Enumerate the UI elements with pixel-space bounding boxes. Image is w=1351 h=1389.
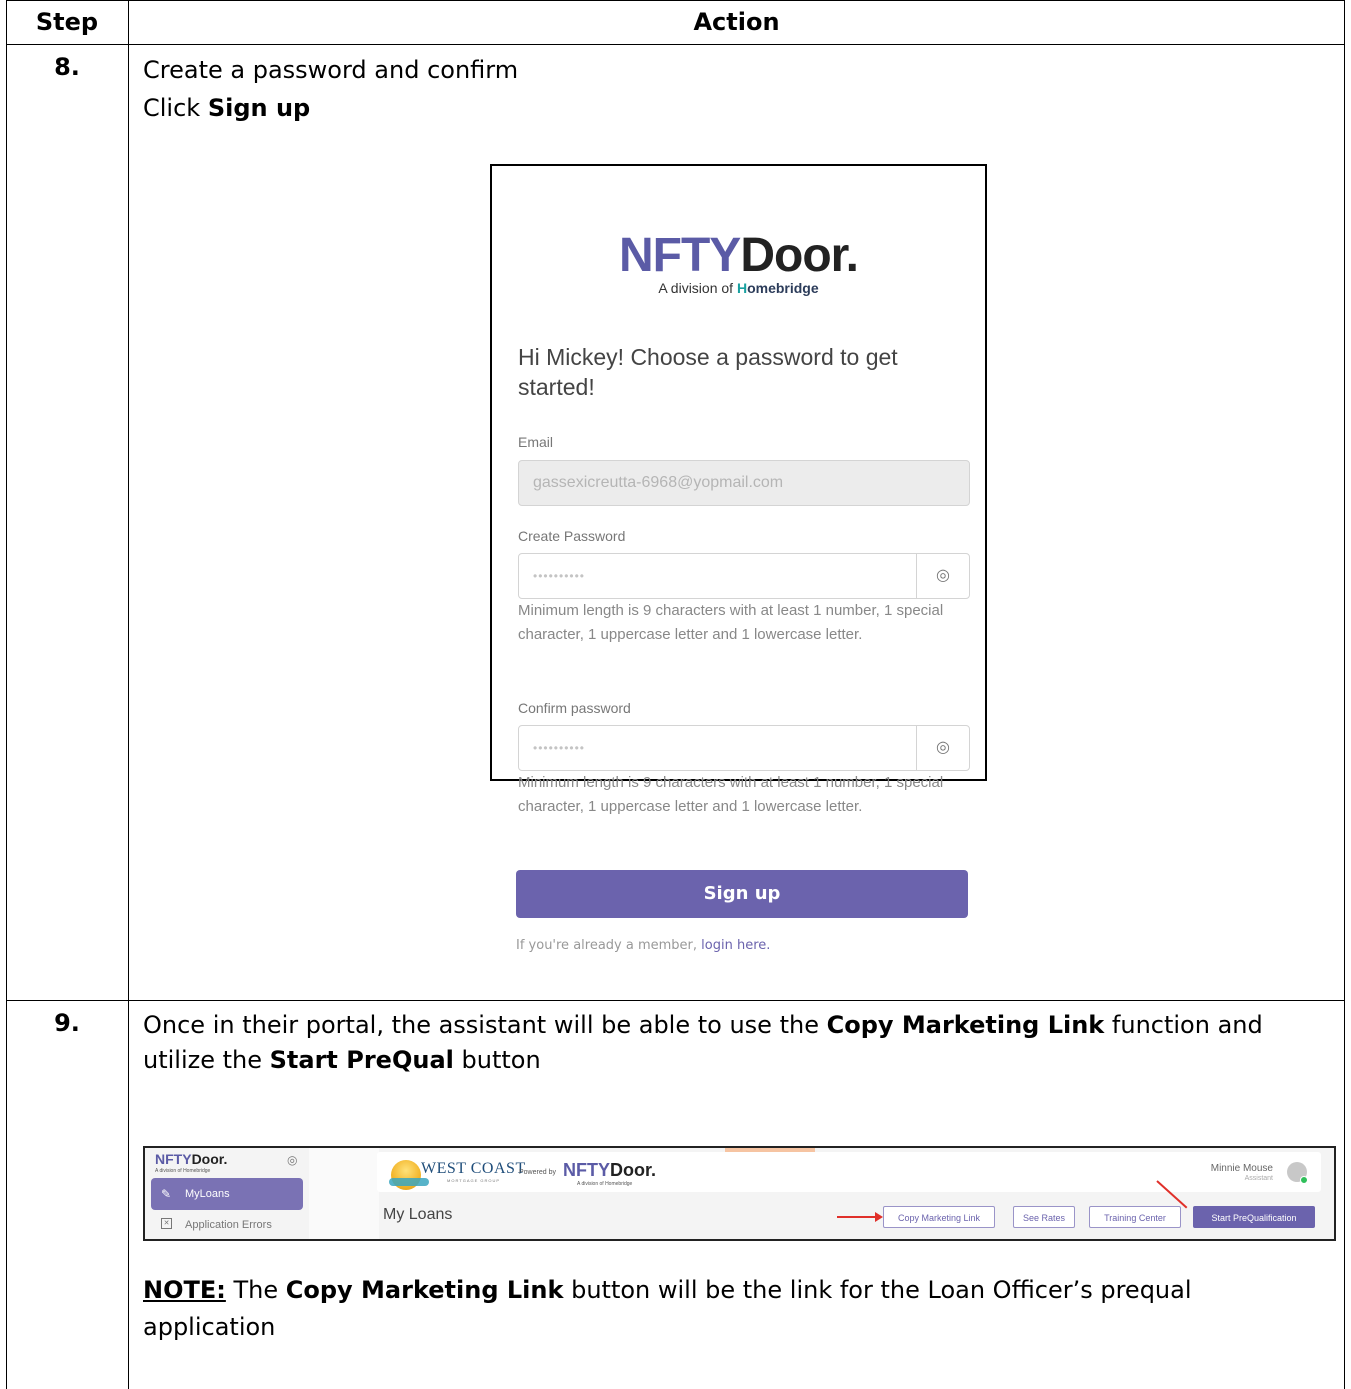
step9-line1: Once in their portal, the assistant will…: [143, 1007, 1263, 1043]
logo-sub-h: H: [736, 280, 748, 296]
user-name: Minnie Mouse: [1210, 1163, 1273, 1174]
step8-line1: Create a password and confirm: [143, 56, 519, 84]
greeting-heading: Hi Mickey! Choose a password to get star…: [518, 344, 898, 400]
settings-icon[interactable]: ◎: [287, 1153, 297, 1167]
pw-logo-door: Door.: [610, 1160, 657, 1180]
sidebar-item-label: Application Errors: [185, 1219, 272, 1231]
sidebar-item-label: MyLoans: [185, 1188, 230, 1200]
start-prequalification-button[interactable]: Start PreQualification: [1193, 1206, 1315, 1228]
signup-button[interactable]: Sign up: [516, 870, 968, 918]
portal-logo: NFTYDoor.: [155, 1151, 227, 1167]
copy-marketing-link-button[interactable]: Copy Marketing Link: [883, 1206, 995, 1228]
step-number-9: 9.: [54, 1009, 80, 1037]
portal-header: WEST COAST MORTGAGE GROUP Powered by NFT…: [377, 1152, 1321, 1192]
logo-door: Door.: [740, 229, 859, 282]
note-label: NOTE:: [143, 1276, 226, 1304]
note-suffix: button will be the link for the Loan Off…: [563, 1276, 1192, 1304]
sidebar-item-myloans[interactable]: ✎ MyLoans: [151, 1178, 303, 1210]
user-role: Assistant: [1244, 1175, 1273, 1182]
logo-sub-rest: omebridge: [747, 280, 819, 296]
create-password-value: ••••••••••: [533, 569, 586, 583]
step9-line2-prefix: utilize the: [143, 1046, 270, 1074]
portal-screenshot: NFTYDoor. A division of Homebridge ◎ ✎ M…: [143, 1146, 1336, 1241]
step-number-8: 8.: [54, 53, 80, 81]
page-title: My Loans: [383, 1206, 453, 1223]
portal-logo-door: Door.: [191, 1151, 228, 1167]
arrow-head-icon: [875, 1212, 883, 1222]
eye-icon[interactable]: ◎: [916, 554, 969, 598]
step9-line2-bold: Start PreQual: [269, 1046, 454, 1074]
confirm-password-value: ••••••••••: [533, 741, 586, 755]
edit-icon: ✎: [161, 1187, 172, 1201]
eye-icon[interactable]: ◎: [916, 726, 969, 770]
sidebar-item-application-errors[interactable]: ✕ Application Errors: [151, 1214, 303, 1238]
member-text: If you're already a member, login here.: [516, 938, 770, 953]
sidebar-separator: [309, 1148, 379, 1239]
login-link[interactable]: login here.: [701, 938, 770, 953]
logo-nfty: NFTY: [619, 229, 741, 282]
step9-line1-bold: Copy Marketing Link: [826, 1011, 1105, 1039]
create-password-field[interactable]: •••••••••• ◎: [518, 553, 970, 599]
header-action: Action: [693, 8, 780, 36]
email-label: Email: [518, 434, 554, 450]
row-divider: [6, 1000, 1345, 1001]
create-password-label: Create Password: [518, 528, 626, 544]
step8-line2: Click Sign up: [143, 90, 310, 126]
note-line2: application: [143, 1313, 276, 1341]
powered-by-logo-sub: A division of Homebridge: [577, 1181, 633, 1187]
note-line1: NOTE: The Copy Marketing Link button wil…: [143, 1272, 1192, 1308]
confirm-password-hint: Minimum length is 9 characters with at l…: [518, 774, 944, 815]
note-bold: Copy Marketing Link: [285, 1276, 564, 1304]
step9-line2: utilize the Start PreQual button: [143, 1042, 541, 1078]
logo-subtitle: A division of Homebridge: [492, 280, 985, 296]
table-border-top: [6, 0, 1345, 1]
nftydoor-logo: NFTYDoor.: [492, 228, 985, 283]
arrow-to-copy-link: [837, 1216, 877, 1218]
powered-by-logo: NFTYDoor.: [563, 1160, 656, 1181]
portal-logo-nfty: NFTY: [155, 1151, 192, 1167]
email-field: gassexicreutta-6968@yopmail.com: [518, 460, 970, 506]
pw-logo-nfty: NFTY: [563, 1160, 610, 1180]
west-coast-brand: WEST COAST: [421, 1160, 526, 1177]
step9-line2-suffix: button: [453, 1046, 541, 1074]
header-step: Step: [35, 8, 99, 36]
member-prefix: If you're already a member,: [516, 938, 702, 953]
step8-line2-prefix: Click: [143, 94, 208, 122]
logo-sub-prefix: A division of: [658, 280, 737, 296]
table-border-left: [6, 0, 7, 1389]
step8-line2-bold: Sign up: [207, 94, 311, 122]
west-coast-brand-sub: MORTGAGE GROUP: [447, 1178, 501, 1183]
confirm-password-label: Confirm password: [518, 700, 631, 716]
portal-logo-sub: A division of Homebridge: [155, 1168, 211, 1174]
note-prefix: The: [225, 1276, 286, 1304]
confirm-password-field[interactable]: •••••••••• ◎: [518, 725, 970, 771]
step9-line1-suffix: function and: [1104, 1011, 1263, 1039]
table-border-right: [1344, 0, 1345, 1389]
west-coast-wave-icon: [389, 1178, 429, 1186]
close-box-icon: ✕: [161, 1218, 172, 1229]
column-divider: [128, 0, 129, 1389]
create-password-hint: Minimum length is 9 characters with at l…: [518, 602, 944, 643]
step9-line1-prefix: Once in their portal, the assistant will…: [143, 1011, 827, 1039]
training-center-button[interactable]: Training Center: [1089, 1206, 1181, 1228]
online-status-icon: [1300, 1176, 1308, 1184]
header-row-divider: [6, 44, 1345, 45]
powered-by: Powered by: [519, 1169, 556, 1176]
signup-screenshot: NFTYDoor. A division of Homebridge Hi Mi…: [490, 164, 987, 815]
see-rates-button[interactable]: See Rates: [1013, 1206, 1075, 1228]
